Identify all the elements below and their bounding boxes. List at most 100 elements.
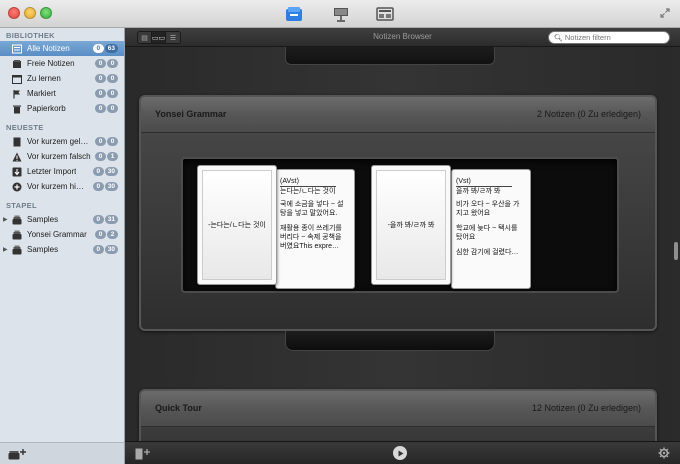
card-back-line: 버리다 ~ 속제 공책을 <box>280 234 342 241</box>
play-icon <box>398 450 403 456</box>
total-count-badge: 1 <box>107 152 118 161</box>
card-tray: (AVst) 는다는/ㄴ다는 것이 국에 소금을 넣다 ~ 설 탕을 넣고 말았… <box>181 157 619 293</box>
disclosure-triangle-icon[interactable]: ▶ <box>3 246 9 253</box>
total-count-badge: 0 <box>107 89 118 98</box>
warning-icon <box>12 152 22 161</box>
browser-toolbar: ▤ ▭▭ ☰ Notizen Browser 🔍︎ <box>125 28 680 47</box>
due-count-badge: 0 <box>92 245 104 254</box>
trash-icon <box>13 105 21 113</box>
sidebar-item-stack-yonsei-grammar[interactable]: Yonsei Grammar 02 <box>0 227 124 242</box>
new-card-icon[interactable] <box>135 448 151 460</box>
sidebar-item-flagged[interactable]: Markiert 00 <box>0 86 124 101</box>
due-count-badge: 0 <box>92 44 104 53</box>
due-count-badge: 0 <box>95 59 106 68</box>
sidebar-item-recently-learned[interactable]: Vor kurzem gel… 00 <box>0 134 124 149</box>
deck-note-count: 2 Notizen (0 Zu erledigen) <box>536 109 641 119</box>
all-notes-icon <box>12 44 22 53</box>
minimize-window-button[interactable] <box>24 7 36 19</box>
filter-input[interactable] <box>564 33 665 42</box>
disclosure-triangle-icon[interactable]: ▶ <box>3 216 9 223</box>
sidebar-item-stack-samples-2[interactable]: ▶ Samples 0 30 <box>0 242 124 257</box>
sidebar-item-label: Samples <box>27 215 59 224</box>
flag-icon <box>13 89 20 98</box>
sidebar-item-label: Letzter Import <box>27 167 77 176</box>
card-front-text: -을까 봐/ㄹ까 봐 <box>387 222 435 229</box>
sidebar-item-label: Vor kurzem hi… <box>27 182 84 191</box>
play-button[interactable] <box>393 446 407 460</box>
edit-icon[interactable] <box>376 6 394 22</box>
deck-panel-yonsei-grammar[interactable]: Yonsei Grammar 2 Notizen (0 Zu erledigen… <box>139 95 657 331</box>
due-count-badge: 0 <box>92 215 104 224</box>
app-window: BIBLIOTHEK Alle Notizen 0 63 Freie Notize… <box>0 0 680 464</box>
add-stack-icon[interactable] <box>8 448 28 460</box>
card-back-line: 비가 오다 ~ 우산을 가 <box>456 201 520 208</box>
due-count-badge: 0 <box>92 167 104 176</box>
search-icon: 🔍︎ <box>554 34 563 42</box>
sidebar-item-label: Yonsei Grammar <box>27 230 87 239</box>
notes-browser: Yonsei Grammar 2 Notizen (0 Zu erledigen… <box>125 47 673 441</box>
sidebar-item-label: Vor kurzem falsch <box>27 152 91 161</box>
total-count-badge: 63 <box>104 44 118 53</box>
filter-field[interactable]: 🔍︎ <box>548 31 670 44</box>
deck-header[interactable]: Quick Tour 12 Notizen (0 Zu erledigen) <box>141 391 655 427</box>
section-stacks-heading: STAPEL <box>6 201 37 210</box>
total-count-badge: 31 <box>104 215 118 224</box>
library-icon[interactable] <box>285 6 303 22</box>
card-back-line: 탔어요 <box>456 234 476 241</box>
close-window-button[interactable] <box>8 7 20 19</box>
sidebar-item-label: Vor kurzem gel… <box>27 137 89 146</box>
deck-note-count: 12 Notizen (0 Zu erledigen) <box>531 403 641 413</box>
title-bar <box>0 0 680 28</box>
card-back-line: 을까 봐/ㄹ까 봐 <box>456 188 501 195</box>
stack-icon <box>12 245 22 254</box>
card-icon <box>13 137 21 146</box>
fullscreen-icon[interactable] <box>660 8 670 18</box>
total-count-badge: 0 <box>107 104 118 113</box>
due-count-badge: 0 <box>95 230 106 239</box>
card-back[interactable]: (AVst) 는다는/ㄴ다는 것이 국에 소금을 넣다 ~ 설 탕을 넣고 말았… <box>275 169 355 289</box>
deck-title: Quick Tour <box>155 403 202 413</box>
free-notes-icon <box>13 59 21 68</box>
due-count-badge: 0 <box>92 182 104 191</box>
card-back-keyword: (Vst) <box>456 178 512 187</box>
sidebar-item-all-notes[interactable]: Alle Notizen 0 63 <box>0 41 124 56</box>
card-back-line: 심한 감기에 걸렸다… <box>456 249 519 256</box>
card-back[interactable]: (Vst) 을까 봐/ㄹ까 봐 비가 오다 ~ 우산을 가 지고 왔어요 학교에… <box>451 169 531 289</box>
sidebar-item-free-notes[interactable]: Freie Notizen 00 <box>0 56 124 71</box>
sidebar-item-label: Markiert <box>27 89 56 98</box>
sidebar-item-stack-samples[interactable]: ▶ Samples 0 31 <box>0 212 124 227</box>
sidebar-item-recently-wrong[interactable]: Vor kurzem falsch 01 <box>0 149 124 164</box>
stack-icon <box>12 215 22 224</box>
sidebar-item-trash[interactable]: Papierkorb 00 <box>0 101 124 116</box>
due-count-badge: 0 <box>95 152 106 161</box>
deck-header[interactable]: Yonsei Grammar 2 Notizen (0 Zu erledigen… <box>141 97 655 133</box>
card-front[interactable]: -을까 봐/ㄹ까 봐 <box>371 165 451 285</box>
shelf-tab <box>285 331 495 351</box>
deck-panel-quick-tour[interactable]: Quick Tour 12 Notizen (0 Zu erledigen) <box>139 389 657 441</box>
section-library-heading: BIBLIOTHEK <box>6 31 55 40</box>
sidebar-item-to-learn[interactable]: Zu lernen 00 <box>0 71 124 86</box>
gear-icon[interactable] <box>658 447 670 459</box>
study-icon[interactable] <box>332 6 350 22</box>
card-back-line: 국에 소금을 넣다 ~ 설 <box>280 201 344 208</box>
total-count-badge: 0 <box>107 74 118 83</box>
sidebar-item-last-import[interactable]: Letzter Import 0 30 <box>0 164 124 179</box>
scrollbar-thumb[interactable] <box>674 242 678 260</box>
card-back-line: 버였요This expre… <box>280 243 339 250</box>
import-icon <box>12 167 22 176</box>
zoom-window-button[interactable] <box>40 7 52 19</box>
sidebar-item-label: Zu lernen <box>27 74 61 83</box>
sidebar-item-label: Freie Notizen <box>27 59 75 68</box>
vertical-scrollbar[interactable] <box>673 47 680 441</box>
card-back-line: 재활용 종이 쓰레기를 <box>280 225 342 232</box>
sidebar-item-recently-added[interactable]: Vor kurzem hi… 0 30 <box>0 179 124 194</box>
due-count-badge: 0 <box>95 89 106 98</box>
sidebar-footer <box>0 442 124 464</box>
sidebar-item-label: Samples <box>27 245 59 254</box>
section-recent-heading: NEUESTE <box>6 123 44 132</box>
card-back-line: 는다는/ㄴ다는 것이 <box>280 188 336 195</box>
card-back-line: 학교에 늦다 ~ 택시를 <box>456 225 518 232</box>
sidebar: BIBLIOTHEK Alle Notizen 0 63 Freie Notize… <box>0 28 125 464</box>
card-front[interactable]: -는다는/ㄴ다는 것이 <box>197 165 277 285</box>
sidebar-item-label: Alle Notizen <box>27 44 70 53</box>
